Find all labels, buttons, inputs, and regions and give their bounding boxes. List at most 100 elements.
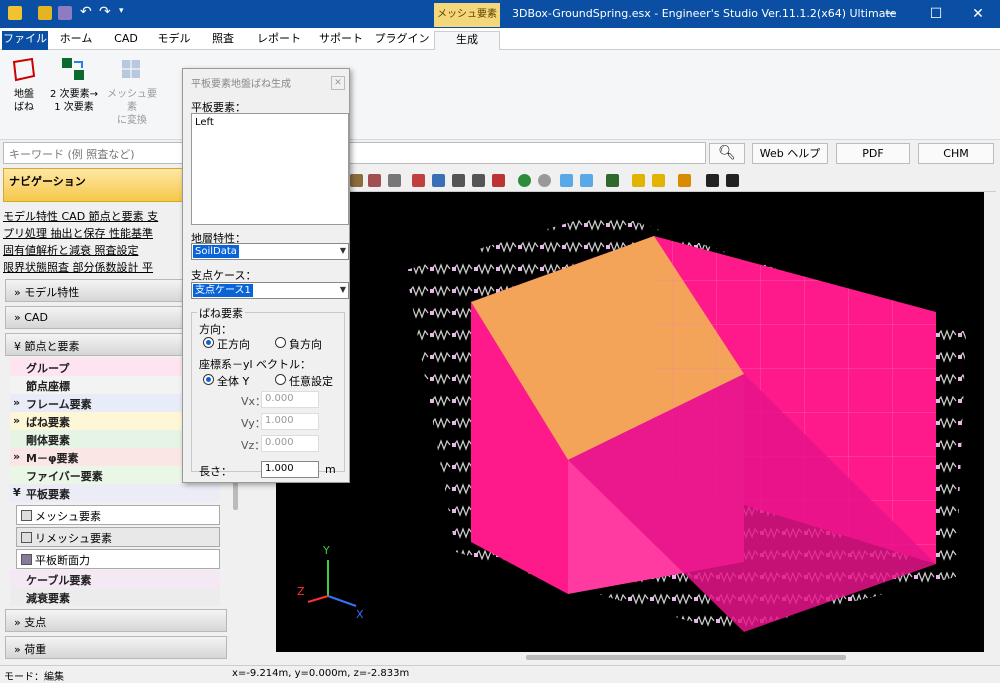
cube-wire-icon[interactable] xyxy=(388,174,401,187)
direction-negative-radio[interactable] xyxy=(275,337,286,348)
chm-button[interactable]: CHM xyxy=(918,143,994,164)
support-case-select[interactable]: 支点ケース1 ▼ xyxy=(191,282,349,299)
plate-list-item[interactable]: Left xyxy=(195,117,345,128)
camera-settings-icon[interactable] xyxy=(726,174,739,187)
tab-plugin[interactable]: プラグイン xyxy=(374,31,430,50)
minimize-icon[interactable]: ─ xyxy=(868,2,912,26)
mode-status: モード：編集 xyxy=(4,672,64,683)
nav-link-row[interactable]: 限界状態照査 部分係数設計 平 xyxy=(3,259,189,276)
viewport-scrollbar[interactable] xyxy=(276,652,984,664)
cube-front-icon[interactable] xyxy=(368,174,381,187)
z-axis-label: Z xyxy=(297,585,305,598)
nav-item-cable[interactable]: ケーブル要素 xyxy=(10,570,220,588)
chevron-down-icon: ▼ xyxy=(339,285,346,294)
x-axis-line xyxy=(327,595,357,607)
redo-icon[interactable]: ↷ xyxy=(99,4,111,20)
coord-custom-radio[interactable] xyxy=(275,374,286,385)
spring-group-label: ばね要素 xyxy=(197,305,245,321)
preview-icon[interactable] xyxy=(678,174,691,187)
tab-support[interactable]: サポート xyxy=(316,31,366,50)
nav-subitem-plate-force[interactable]: 平板断面力 xyxy=(16,549,220,569)
animate-icon[interactable] xyxy=(652,174,665,187)
nav-item-plate[interactable]: ¥ 平板要素 xyxy=(10,484,220,502)
back-icon[interactable] xyxy=(518,174,531,187)
tab-cad[interactable]: CAD xyxy=(106,31,146,50)
direction-positive-radio[interactable] xyxy=(203,337,214,348)
plate-element-list[interactable]: Left xyxy=(191,113,349,225)
context-tab-mesh: メッシュ要素 xyxy=(434,3,500,27)
tab-file[interactable]: ファイル xyxy=(2,31,48,50)
tab-model[interactable]: モデル xyxy=(154,31,194,50)
coordinate-readout: x=-9.214m, y=0.000m, z=-2.833m xyxy=(232,668,410,679)
target-icon[interactable] xyxy=(492,174,505,187)
new-file-icon[interactable] xyxy=(38,6,52,20)
pdf-button[interactable]: PDF xyxy=(836,143,910,164)
select-icon[interactable] xyxy=(606,174,619,187)
convert-to-mesh-button[interactable]: メッシュ要素 に変換 xyxy=(106,56,158,127)
model-render: Y X Z xyxy=(297,212,966,632)
coord-custom-label: 任意設定 xyxy=(289,375,333,388)
nav-link-row[interactable]: モデル特性 CAD 節点と要素 支 xyxy=(3,208,189,225)
x-axis-label: X xyxy=(356,608,364,621)
ground-spring-button[interactable]: 地盤 ばね xyxy=(6,56,42,114)
section-load[interactable]: » 荷重 xyxy=(5,636,227,659)
tab-report[interactable]: レポート xyxy=(254,31,304,50)
tab-check[interactable]: 照査 xyxy=(203,31,243,50)
film-icon[interactable] xyxy=(632,174,645,187)
remesh-icon xyxy=(21,532,32,543)
keyword-search-input[interactable]: キーワード (例 照査など) xyxy=(3,142,706,164)
coord-global-label: 全体 Y xyxy=(217,375,250,388)
length-label: 長さ： xyxy=(199,465,232,478)
fit-icon[interactable] xyxy=(560,174,573,187)
close-icon[interactable]: ✕ xyxy=(956,2,1000,26)
support-case-label: 支点ケース： xyxy=(191,269,257,282)
save-icon[interactable] xyxy=(58,6,72,20)
nav-item-damping[interactable]: 減衰要素 xyxy=(10,588,220,606)
app-icon xyxy=(8,6,22,20)
quick-access-dropdown-icon[interactable]: ▾ xyxy=(119,6,124,16)
status-bar: モード：編集 x=-9.214m, y=0.000m, z=-2.833m xyxy=(0,665,1000,683)
nav-link-row[interactable]: プリ処理 抽出と保存 性能基準 xyxy=(3,225,189,242)
vx-input[interactable]: 0.000 xyxy=(261,391,319,408)
ground-spring-icon xyxy=(10,56,38,84)
arrow-icon[interactable] xyxy=(452,174,465,187)
length-unit: m xyxy=(325,463,336,476)
navigation-header: ナビゲーション xyxy=(3,168,186,202)
camera-icon[interactable] xyxy=(706,174,719,187)
tab-generate[interactable]: 生成 xyxy=(434,31,500,50)
tab-home[interactable]: ホーム xyxy=(56,31,96,50)
z-axis-line xyxy=(307,595,329,603)
coord-global-radio[interactable] xyxy=(203,374,214,385)
quad-to-linear-button[interactable]: 2 次要素→ 1 次要素 xyxy=(46,56,102,114)
title-bar: ↶ ↷ ▾ 3DBox-GroundSpring.esx - Engineer'… xyxy=(0,0,1000,28)
section-support[interactable]: » 支点 xyxy=(5,609,227,632)
mesh-convert-icon xyxy=(118,56,146,84)
cube-icon[interactable] xyxy=(350,174,363,187)
search-row: キーワード (例 照査など) 🔍︎ Web ヘルプ PDF CHM xyxy=(0,141,1000,167)
forward-icon[interactable] xyxy=(538,174,551,187)
soil-data-select[interactable]: SoilData ▼ xyxy=(191,243,349,260)
y-axis-label: Y xyxy=(322,544,330,557)
nav-subitem-remesh[interactable]: リメッシュ要素 xyxy=(16,527,220,547)
fit-all-icon[interactable] xyxy=(580,174,593,187)
undo-icon[interactable]: ↶ xyxy=(80,4,92,20)
plate-force-icon xyxy=(21,554,32,565)
view-toolbar xyxy=(350,168,996,192)
length-input[interactable]: 1.000 xyxy=(261,461,319,478)
mesh-icon xyxy=(21,510,32,521)
web-help-button[interactable]: Web ヘルプ xyxy=(752,143,828,164)
chevron-down-icon: ▼ xyxy=(339,246,346,255)
rotate-icon[interactable] xyxy=(472,174,485,187)
3d-viewport[interactable]: Y X Z xyxy=(276,192,984,652)
dialog-title: 平板要素地盤ばね生成 xyxy=(191,79,291,90)
vy-input[interactable]: 1.000 xyxy=(261,413,319,430)
zoom-out-icon[interactable] xyxy=(432,174,445,187)
dialog-close-icon[interactable]: ✕ xyxy=(331,76,345,90)
vz-input[interactable]: 0.000 xyxy=(261,435,319,452)
nav-link-row[interactable]: 固有値解析と減衰 照査設定 xyxy=(3,242,189,259)
maximize-icon[interactable]: ☐ xyxy=(914,2,958,26)
search-button[interactable]: 🔍︎ xyxy=(709,143,745,164)
ribbon-tabs: ファイル ホーム CAD モデル 照査 レポート サポート プラグイン 生成 xyxy=(0,28,1000,50)
nav-subitem-mesh[interactable]: メッシュ要素 xyxy=(16,505,220,525)
zoom-window-icon[interactable] xyxy=(412,174,425,187)
